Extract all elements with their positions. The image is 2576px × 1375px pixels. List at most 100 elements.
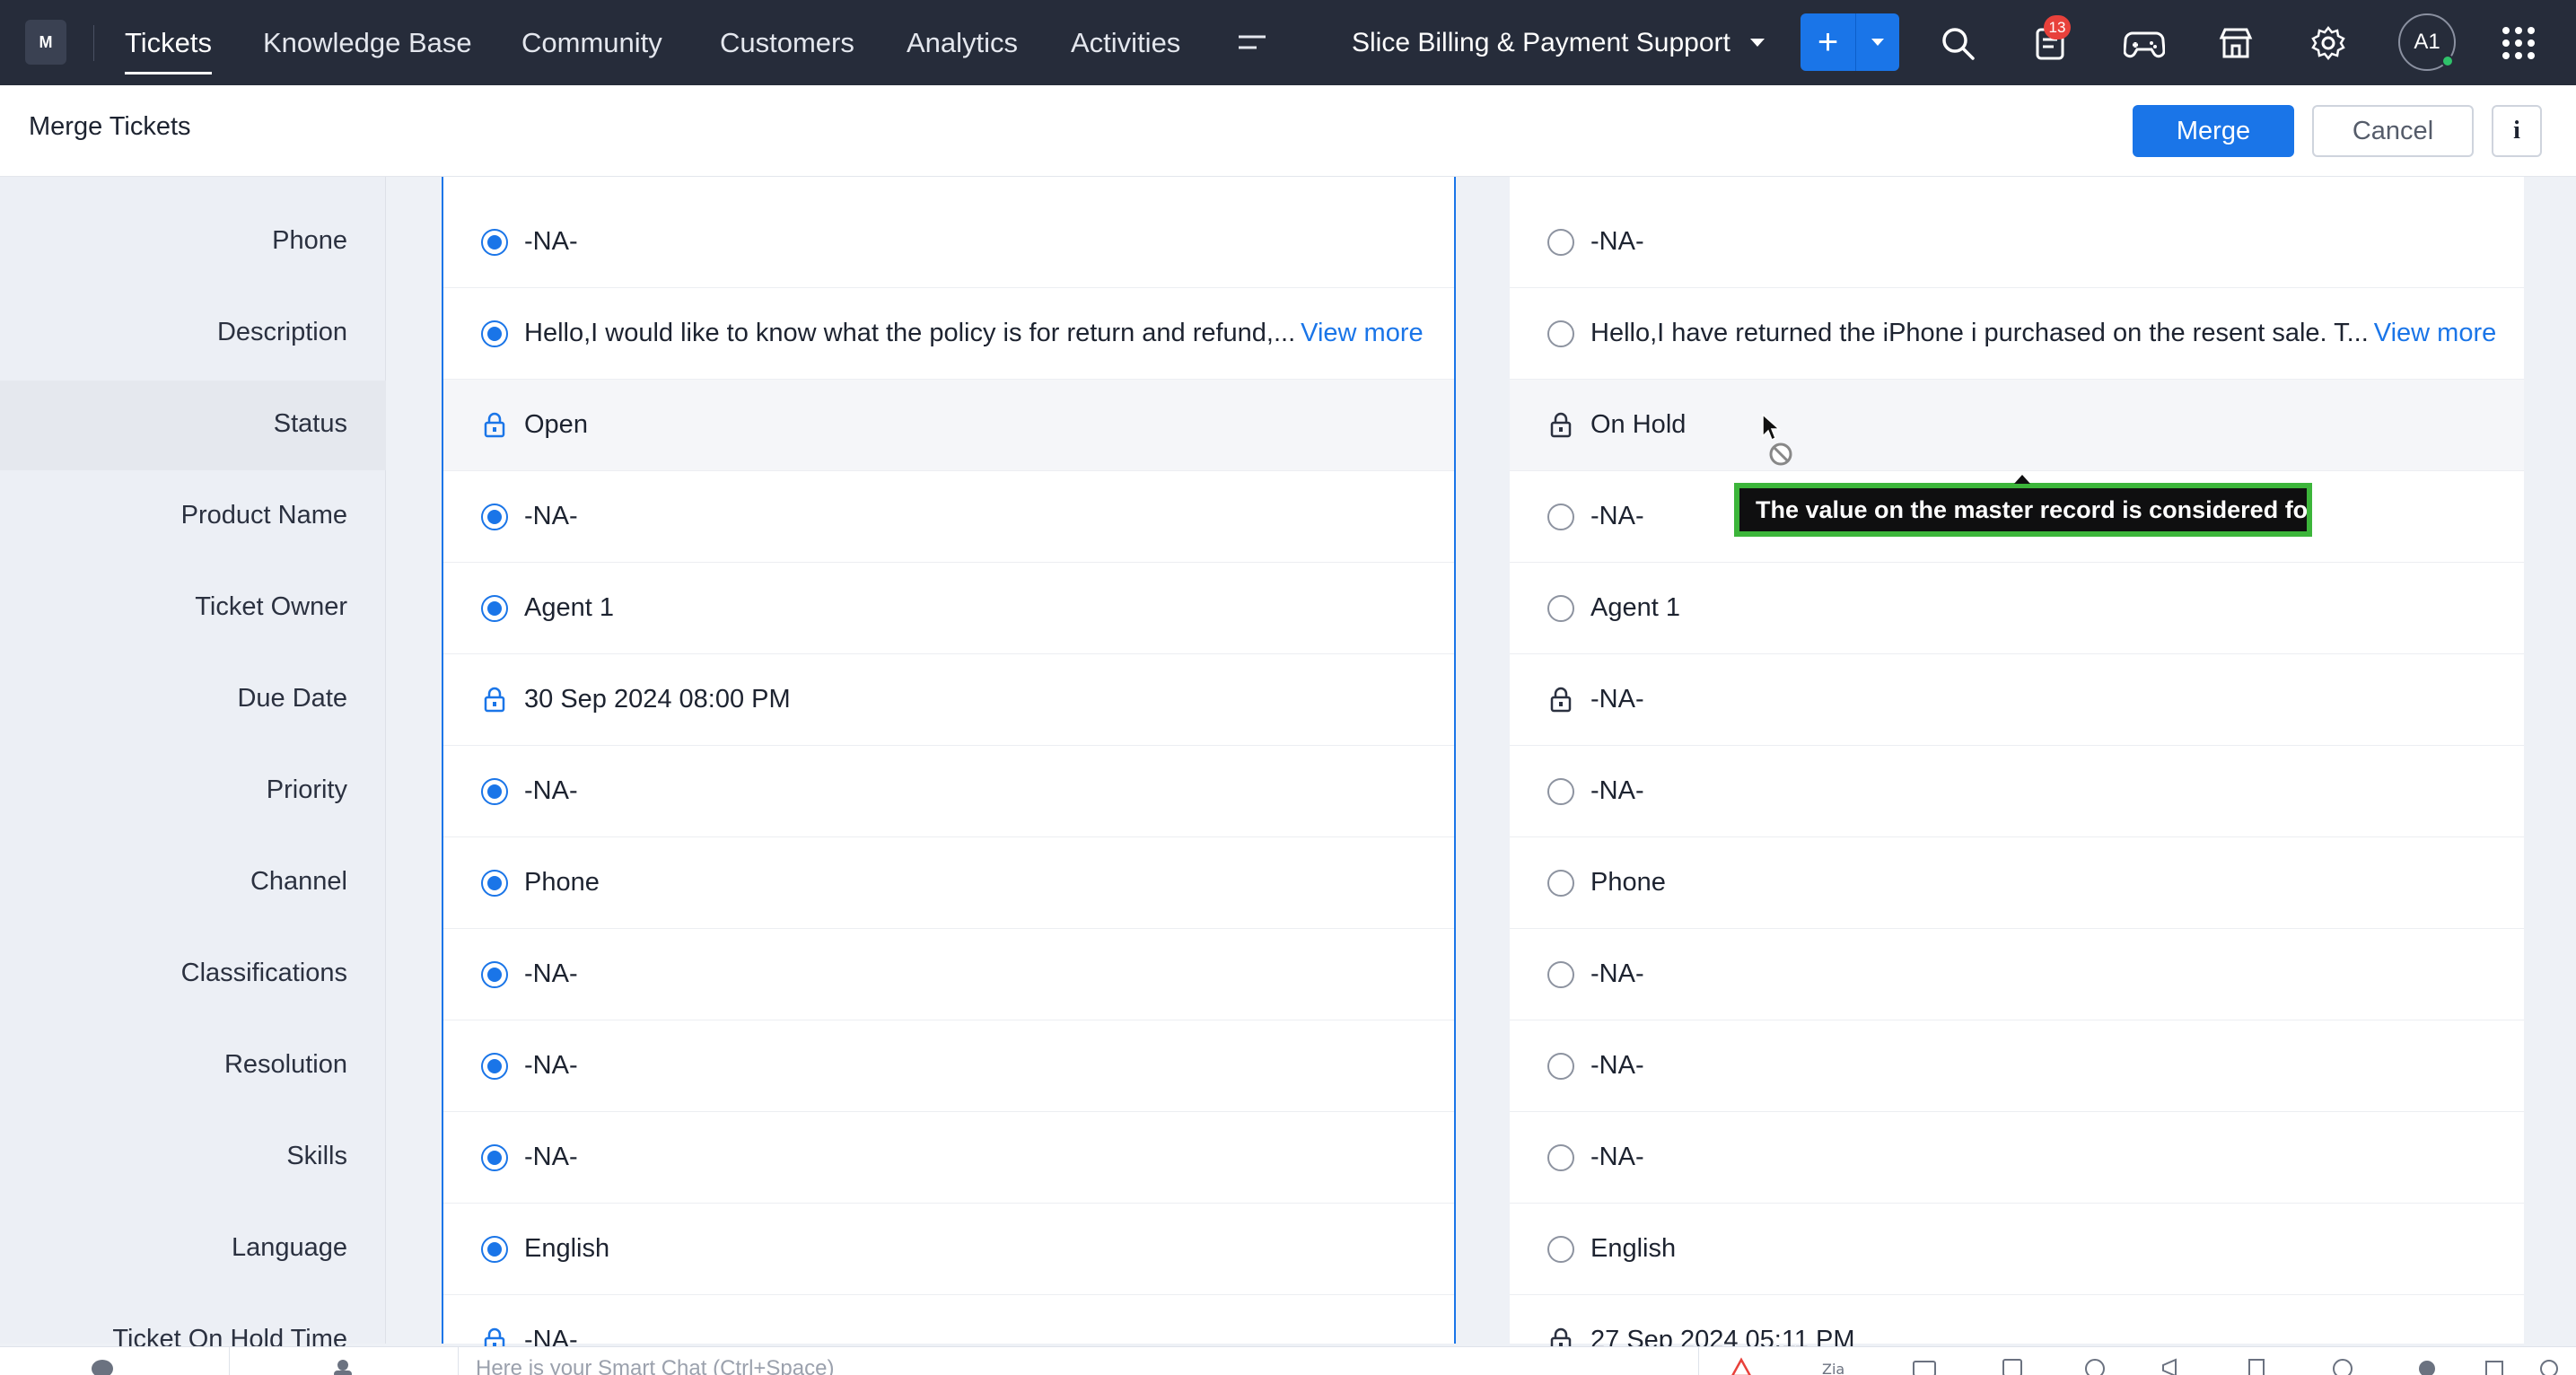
- top-nav: M Tickets Knowledge Base Community Custo…: [0, 0, 2576, 85]
- contacts-icon[interactable]: [330, 1356, 355, 1375]
- avatar-initials: A1: [2414, 30, 2440, 54]
- radio-selected[interactable]: [481, 1235, 508, 1263]
- app-logo[interactable]: M: [25, 20, 66, 65]
- radio-selected[interactable]: [481, 777, 508, 805]
- field-value: English: [524, 1234, 610, 1263]
- field-value: -NA-: [1590, 1143, 1644, 1171]
- tab-label: Knowledge Base: [263, 26, 472, 58]
- other-row-phone: -NA-: [1510, 197, 2524, 288]
- radio-selected[interactable]: [481, 320, 508, 347]
- apps-grid-icon[interactable]: [2502, 27, 2535, 59]
- radio-unselected[interactable]: [1547, 869, 1574, 897]
- field-value: -NA-: [1590, 502, 1644, 530]
- tab-tickets[interactable]: Tickets: [125, 0, 213, 85]
- gamepad-icon[interactable]: [2124, 24, 2165, 62]
- tab-activities[interactable]: Activities: [1071, 0, 1180, 85]
- label-skills: Skills: [286, 1142, 347, 1170]
- notification-badge: 13: [2044, 15, 2071, 39]
- smart-chat-input[interactable]: Here is your Smart Chat (Ctrl+Space): [476, 1356, 834, 1375]
- other-row-language: English: [1510, 1204, 2524, 1295]
- add-new-button[interactable]: +: [1801, 13, 1899, 71]
- other-row-channel: Phone: [1510, 837, 2524, 929]
- radio-selected[interactable]: [481, 594, 508, 622]
- other-row-skills: -NA-: [1510, 1112, 2524, 1204]
- label-language: Language: [231, 1233, 347, 1262]
- tab-knowledge-base[interactable]: Knowledge Base: [263, 0, 472, 85]
- page-title: Merge Tickets: [29, 112, 191, 141]
- radio-unselected[interactable]: [1547, 228, 1574, 256]
- master-ticket-panel: -NA- Hello,I would like to know what the…: [442, 177, 1456, 1354]
- radio-selected[interactable]: [481, 503, 508, 530]
- alert-icon[interactable]: [1729, 1356, 1754, 1375]
- marketplace-icon[interactable]: [2217, 24, 2255, 62]
- add-dropdown-toggle[interactable]: [1856, 13, 1899, 71]
- radio-selected[interactable]: [481, 869, 508, 897]
- radio-selected[interactable]: [481, 1143, 508, 1171]
- field-value: -NA-: [524, 502, 578, 530]
- view-more-link[interactable]: View more: [2374, 319, 2496, 348]
- tab-label: Tickets: [125, 26, 213, 58]
- tab-customers[interactable]: Customers: [720, 0, 854, 85]
- field-value: -NA-: [1590, 1051, 1644, 1080]
- export-icon[interactable]: [2244, 1356, 2269, 1375]
- radio-unselected[interactable]: [1547, 320, 1574, 347]
- radio-selected[interactable]: [481, 228, 508, 256]
- megaphone-icon[interactable]: [2160, 1356, 2185, 1375]
- label-classifications: Classifications: [180, 959, 347, 987]
- label-due-date: Due Date: [237, 684, 347, 713]
- master-row-language: English: [443, 1204, 1454, 1295]
- other-row-resolution: -NA-: [1510, 1020, 2524, 1112]
- field-value: Phone: [1590, 868, 1666, 897]
- master-row-due-date: 30 Sep 2024 08:00 PM: [443, 654, 1454, 746]
- radio-selected[interactable]: [481, 960, 508, 988]
- dark-mode-icon[interactable]: [2414, 1356, 2440, 1375]
- radio-unselected[interactable]: [1547, 594, 1574, 622]
- master-row-ticket-owner: Agent 1: [443, 563, 1454, 654]
- info-button[interactable]: i: [2492, 105, 2542, 157]
- radio-selected[interactable]: [481, 1052, 508, 1080]
- help-search-icon[interactable]: [2537, 1356, 2562, 1375]
- plus-icon[interactable]: +: [1801, 13, 1856, 71]
- gear-icon[interactable]: [2309, 24, 2347, 62]
- bottom-divider: [458, 1347, 459, 1375]
- chevron-down-icon: [1749, 39, 1765, 47]
- master-row-phone: -NA-: [443, 197, 1454, 288]
- field-value: Phone: [524, 868, 600, 897]
- radio-unselected[interactable]: [1547, 503, 1574, 530]
- clock-icon[interactable]: [2082, 1356, 2107, 1375]
- zia-icon[interactable]: Zia: [1820, 1356, 1845, 1375]
- radio-unselected[interactable]: [1547, 1052, 1574, 1080]
- master-row-skills: -NA-: [443, 1112, 1454, 1204]
- merge-button[interactable]: Merge: [2133, 105, 2294, 157]
- tab-analytics[interactable]: Analytics: [907, 0, 1018, 85]
- more-tabs-icon[interactable]: [1237, 30, 1267, 57]
- add-circle-icon[interactable]: [2330, 1356, 2355, 1375]
- field-value: Hello,I would like to know what the poli…: [524, 319, 1296, 347]
- search-icon[interactable]: [1939, 24, 1976, 62]
- tab-community[interactable]: Community: [521, 0, 662, 85]
- label-product-name: Product Name: [180, 501, 347, 530]
- radio-unselected[interactable]: [1547, 1235, 1574, 1263]
- caret-down-icon: [1871, 39, 1884, 46]
- other-row-ticket-owner: Agent 1: [1510, 563, 2524, 654]
- documents-icon[interactable]: [2483, 1356, 2508, 1375]
- radio-unselected[interactable]: [1547, 1143, 1574, 1171]
- master-value-tooltip: The value on the master record is consid…: [1734, 475, 2312, 537]
- label-resolution: Resolution: [223, 1050, 347, 1079]
- keyboard-icon[interactable]: [1912, 1356, 1937, 1375]
- bottom-bar: Here is your Smart Chat (Ctrl+Space) Zia: [0, 1346, 2576, 1375]
- view-more-link[interactable]: View more: [1301, 319, 1423, 348]
- radio-unselected[interactable]: [1547, 960, 1574, 988]
- cancel-button[interactable]: Cancel: [2312, 105, 2474, 157]
- label-channel: Channel: [250, 867, 347, 896]
- compose-icon[interactable]: [2000, 1356, 2025, 1375]
- avatar[interactable]: A1: [2398, 13, 2456, 71]
- not-allowed-cursor-icon: [1762, 413, 1792, 466]
- chat-bubble-icon[interactable]: [90, 1356, 115, 1375]
- lock-icon: [484, 412, 505, 437]
- lock-icon: [1550, 687, 1572, 712]
- field-value: Agent 1: [524, 593, 614, 622]
- radio-unselected[interactable]: [1547, 777, 1574, 805]
- svg-text:Zia: Zia: [1822, 1361, 1844, 1375]
- department-selector[interactable]: Slice Billing & Payment Support: [1352, 0, 1765, 85]
